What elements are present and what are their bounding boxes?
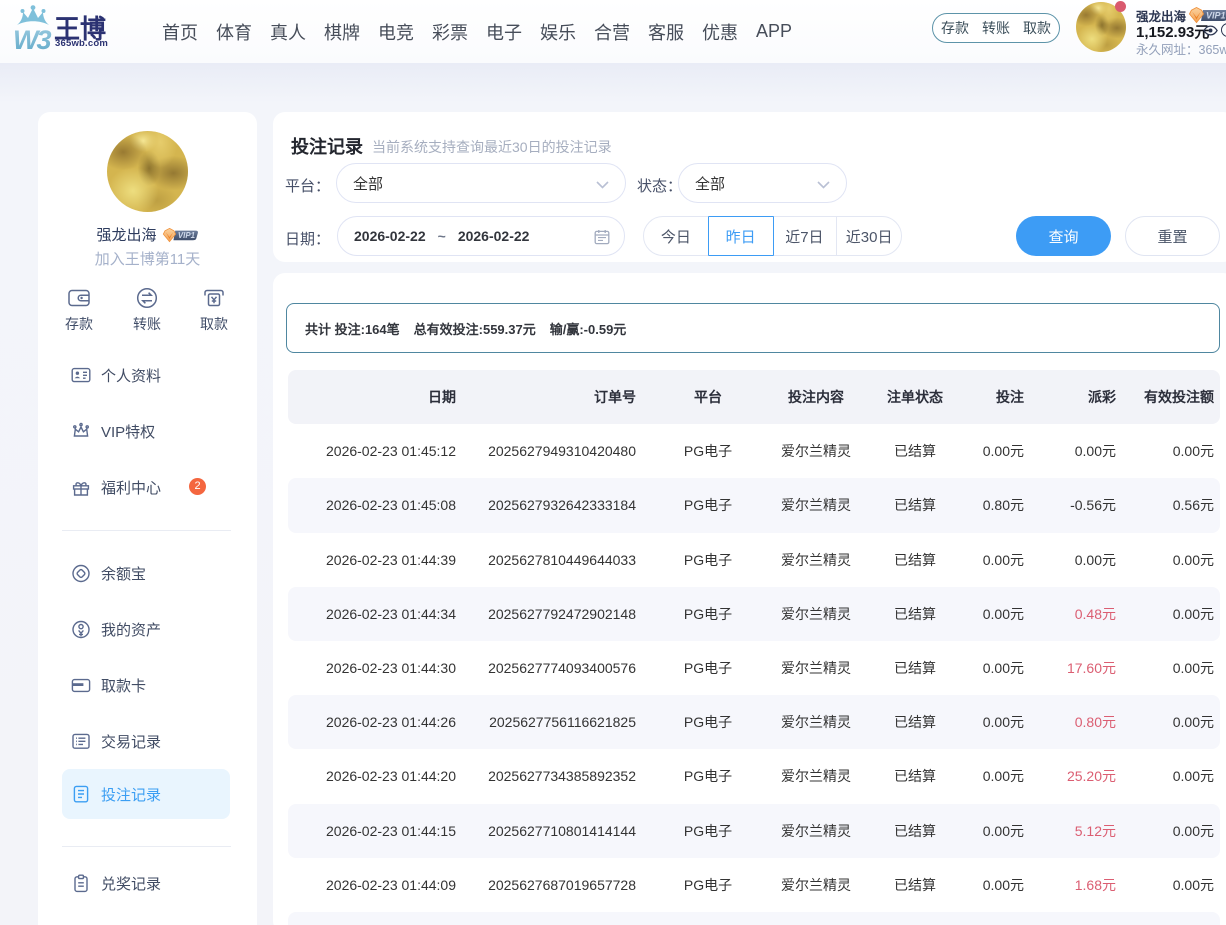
svg-text:VIP1: VIP1: [1206, 11, 1226, 21]
svg-text:W3: W3: [13, 25, 51, 55]
svg-text:VIP1: VIP1: [177, 231, 194, 240]
